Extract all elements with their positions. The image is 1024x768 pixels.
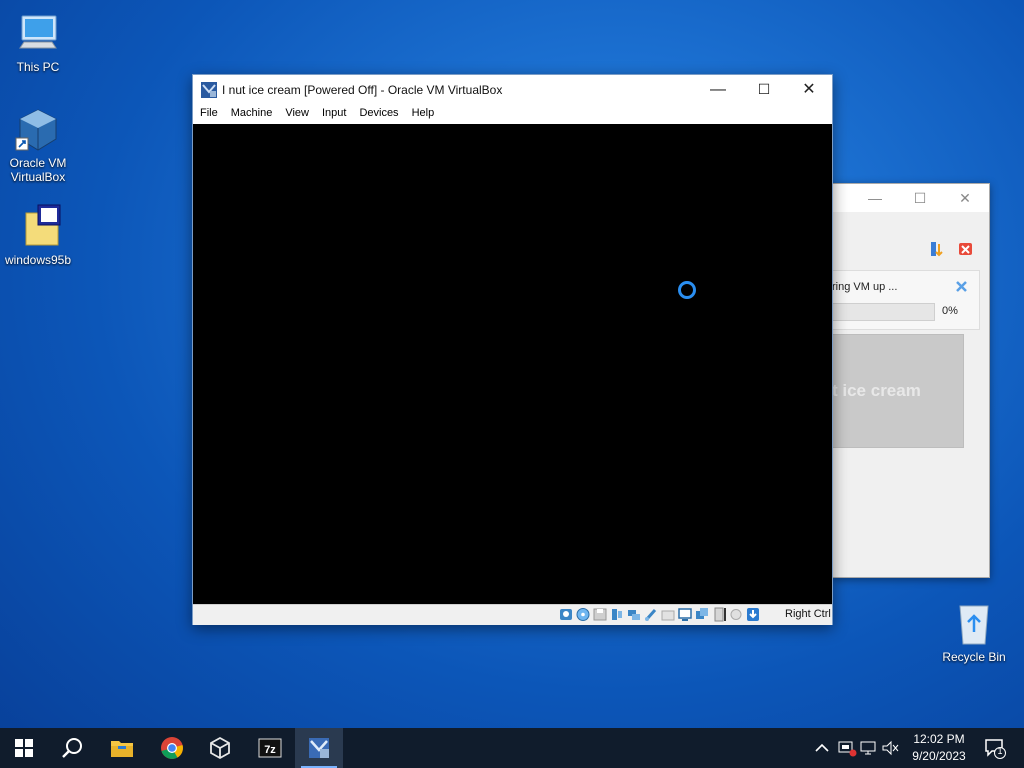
virtualbox-label: Oracle VM VirtualBox	[9, 156, 67, 184]
menu-file[interactable]: File	[193, 104, 224, 119]
taskbar-vm-window[interactable]	[295, 728, 343, 768]
vm-window-icon	[309, 738, 329, 758]
cancel-icon[interactable]	[956, 281, 967, 292]
vm-window-titlebar[interactable]: I nut ice cream [Powered Off] - Oracle V…	[193, 75, 832, 104]
iso-file-label: windows95b	[4, 253, 72, 267]
vm-window-title: I nut ice cream [Powered Off] - Oracle V…	[222, 83, 503, 97]
7zip-icon: 7z	[258, 738, 282, 758]
close-button[interactable]: ✕	[786, 75, 832, 104]
chevron-up-icon[interactable]	[812, 738, 832, 758]
vm-tray-icon[interactable]	[836, 738, 858, 758]
shared-folders-icon[interactable]	[661, 607, 675, 622]
desktop-icon-iso[interactable]: windows95b	[2, 203, 74, 267]
virtualbox-icon	[14, 106, 62, 154]
vm-statusbar: Right Ctrl	[193, 604, 832, 625]
vm-preview-label: t ice cream	[832, 381, 921, 400]
host-key-icon[interactable]	[746, 607, 760, 622]
iso-file-icon	[14, 203, 62, 251]
this-pc-icon	[14, 10, 62, 58]
menu-devices[interactable]: Devices	[352, 104, 404, 119]
this-pc-label: This PC	[16, 60, 60, 74]
file-explorer-icon	[111, 741, 133, 757]
optical-drive-icon[interactable]	[576, 607, 590, 622]
minimize-button[interactable]: —	[861, 188, 889, 208]
taskbar: 7z 12:02 PM 9/20/2023 1	[0, 728, 1024, 768]
taskbar-7zip[interactable]: 7z	[246, 728, 294, 768]
floppy-icon[interactable]	[593, 607, 607, 622]
maximize-button[interactable]: ☐	[906, 188, 934, 208]
progress-bar	[832, 303, 935, 321]
hard-disk-icon[interactable]	[559, 607, 573, 622]
network-icon[interactable]	[627, 607, 641, 622]
progress-panel: ring VM up ... 0%	[832, 270, 980, 330]
device-indicators	[559, 607, 760, 623]
recycle-bin-label: Recycle Bin	[942, 650, 1006, 664]
vm-progress-window: — ☐ ✕ ring VM up ... 0% t ice cream	[832, 183, 990, 578]
recording-icon[interactable]	[695, 607, 709, 622]
host-key-label: Right Ctrl	[785, 608, 831, 620]
system-tray	[812, 728, 902, 768]
volume-muted-icon[interactable]	[880, 738, 902, 758]
notification-count: 1	[997, 746, 1003, 756]
search-icon	[62, 738, 82, 758]
virtualbox-window-icon	[201, 82, 217, 98]
vm-menubar: File Machine View Input Devices Help	[193, 104, 832, 124]
usb-icon[interactable]	[644, 607, 658, 622]
progress-toolbar	[929, 240, 979, 263]
busy-cursor-icon	[678, 281, 696, 299]
display-icon[interactable]	[678, 607, 692, 622]
taskbar-virtualbox[interactable]	[196, 728, 244, 768]
vm-window: I nut ice cream [Powered Off] - Oracle V…	[192, 74, 833, 625]
clock-date: 9/20/2023	[912, 749, 966, 763]
progress-window-titlebar: — ☐ ✕	[832, 184, 989, 212]
vm-preview: t ice cream	[832, 334, 964, 448]
close-button[interactable]: ✕	[951, 188, 979, 208]
desktop-icon-virtualbox[interactable]: Oracle VM VirtualBox	[2, 106, 74, 184]
search-button[interactable]	[48, 728, 96, 768]
svg-text:7z: 7z	[264, 744, 276, 756]
clock-time: 12:02 PM	[913, 732, 965, 746]
maximize-button[interactable]: ☐	[741, 75, 787, 104]
taskbar-file-explorer[interactable]	[98, 728, 146, 768]
windows-start-icon	[15, 739, 33, 757]
taskbar-clock[interactable]: 12:02 PM 9/20/2023	[900, 731, 978, 765]
desktop-icon-this-pc[interactable]: This PC	[2, 10, 74, 74]
notification-center-button[interactable]: 1	[980, 728, 1010, 768]
menu-machine[interactable]: Machine	[224, 104, 279, 119]
menu-help[interactable]: Help	[405, 104, 441, 119]
audio-icon[interactable]	[610, 607, 624, 622]
start-button[interactable]	[0, 728, 48, 768]
cpu-icon[interactable]	[712, 607, 726, 622]
taskbar-chrome[interactable]	[148, 728, 196, 768]
menu-input[interactable]: Input	[315, 104, 352, 119]
progress-percent: 0%	[942, 305, 958, 317]
menu-view[interactable]: View	[278, 104, 315, 119]
mouse-integration-icon[interactable]	[729, 607, 743, 622]
desktop-icon-recycle-bin[interactable]: Recycle Bin	[938, 600, 1010, 664]
vm-display[interactable]	[193, 124, 832, 604]
virtualbox-icon	[210, 736, 230, 760]
toolbar-icons[interactable]	[929, 240, 979, 258]
progress-status-text: ring VM up ...	[832, 281, 898, 293]
minimize-button[interactable]: —	[695, 75, 741, 104]
network-tray-icon[interactable]	[858, 738, 880, 758]
chrome-icon	[161, 737, 183, 759]
recycle-bin-icon	[950, 600, 998, 648]
